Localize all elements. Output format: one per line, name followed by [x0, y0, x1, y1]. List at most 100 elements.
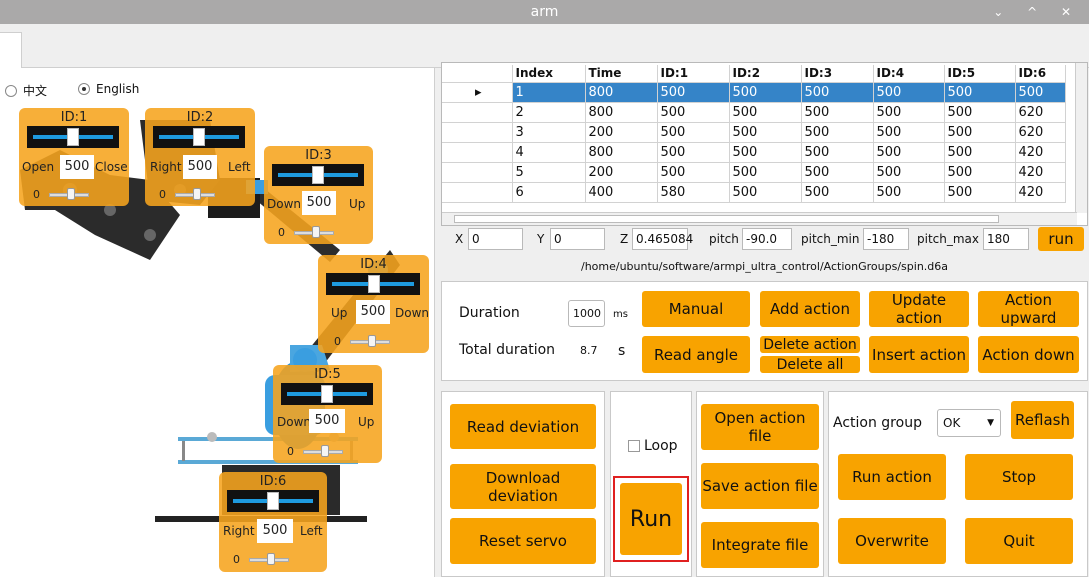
- table-cell[interactable]: 500: [872, 81, 945, 103]
- table-cell[interactable]: 500: [728, 141, 802, 163]
- x-input[interactable]: 0: [468, 228, 523, 250]
- fine-slider-handle[interactable]: [368, 335, 376, 347]
- window-controls[interactable]: ⌄ ^ ✕: [993, 0, 1081, 24]
- servo-slider[interactable]: [27, 126, 119, 148]
- column-header[interactable]: ID:4: [872, 65, 945, 83]
- action-table[interactable]: Index Time ID:1 ID:2 ID:3 ID:4 ID:5 ID:6…: [441, 62, 1088, 226]
- open-action-file-button[interactable]: Open action file: [701, 404, 819, 450]
- table-cell[interactable]: 580: [656, 181, 730, 203]
- integrate-file-button[interactable]: Integrate file: [701, 522, 819, 568]
- quit-button[interactable]: Quit: [965, 518, 1073, 564]
- table-row[interactable]: ▸ 1 800 500 500 500 500 500 500: [442, 81, 1066, 103]
- table-cell[interactable]: 500: [872, 181, 945, 203]
- fine-slider-handle[interactable]: [267, 553, 275, 565]
- slider-handle[interactable]: [67, 128, 79, 146]
- table-cell[interactable]: 500: [943, 181, 1016, 203]
- loop-checkbox[interactable]: Loop: [628, 438, 678, 454]
- fine-slider-handle[interactable]: [312, 226, 320, 238]
- servo-slider[interactable]: [227, 490, 319, 512]
- action-upward-button[interactable]: Action upward: [978, 291, 1079, 327]
- servo-value-input[interactable]: 500: [356, 300, 390, 324]
- table-cell[interactable]: 1: [511, 81, 586, 103]
- scrollbar-thumb[interactable]: [454, 215, 999, 223]
- table-cell[interactable]: 400: [584, 181, 658, 203]
- table-cell[interactable]: 500: [656, 101, 730, 123]
- servo-value-input[interactable]: 500: [257, 519, 293, 543]
- read-deviation-button[interactable]: Read deviation: [450, 404, 596, 449]
- action-down-button[interactable]: Action down: [978, 336, 1079, 373]
- table-cell[interactable]: 500: [943, 161, 1016, 183]
- servo-value-input[interactable]: 500: [60, 155, 94, 179]
- fine-slider-handle[interactable]: [321, 445, 329, 457]
- table-row[interactable]: 4 800 500 500 500 500 500 420: [442, 141, 1066, 163]
- servo-value-input[interactable]: 500: [183, 155, 217, 179]
- column-header[interactable]: ID:2: [728, 65, 802, 83]
- table-cell[interactable]: 500: [800, 161, 874, 183]
- table-row[interactable]: 6 400 580 500 500 500 500 420: [442, 181, 1066, 203]
- table-row[interactable]: 2 800 500 500 500 500 500 620: [442, 101, 1066, 123]
- run-action-button[interactable]: Run action: [838, 454, 946, 500]
- action-group-select[interactable]: OK ▼: [937, 409, 1001, 437]
- fine-slider-handle[interactable]: [193, 188, 201, 200]
- pitch-min-input[interactable]: -180: [863, 228, 909, 250]
- slider-handle[interactable]: [368, 275, 380, 293]
- table-cell[interactable]: 500: [943, 141, 1016, 163]
- pitch-input[interactable]: -90.0: [742, 228, 792, 250]
- slider-handle[interactable]: [193, 128, 205, 146]
- column-header[interactable]: ID:3: [800, 65, 874, 83]
- table-cell[interactable]: 6: [511, 181, 586, 203]
- table-cell[interactable]: 4: [511, 141, 586, 163]
- table-cell[interactable]: 500: [800, 141, 874, 163]
- row-header[interactable]: [442, 161, 513, 183]
- slider-handle[interactable]: [267, 492, 279, 510]
- column-header[interactable]: ID:6: [1014, 65, 1066, 83]
- servo-value-input[interactable]: 500: [302, 191, 336, 215]
- table-cell[interactable]: 500: [943, 81, 1016, 103]
- pitch-max-input[interactable]: 180: [983, 228, 1029, 250]
- read-angle-button[interactable]: Read angle: [642, 336, 750, 373]
- table-horizontal-scrollbar[interactable]: [442, 212, 1077, 225]
- table-cell[interactable]: 500: [656, 81, 730, 103]
- table-cell[interactable]: 500: [656, 161, 730, 183]
- table-cell[interactable]: 420: [1014, 161, 1066, 183]
- table-vertical-scrollbar[interactable]: [1075, 63, 1087, 213]
- servo-slider[interactable]: [326, 273, 420, 295]
- slider-handle[interactable]: [321, 385, 333, 403]
- download-deviation-button[interactable]: Download deviation: [450, 464, 596, 509]
- fine-slider-handle[interactable]: [67, 188, 75, 200]
- table-cell[interactable]: 500: [728, 81, 802, 103]
- delete-all-button[interactable]: Delete all: [760, 356, 860, 373]
- table-cell[interactable]: 500: [656, 121, 730, 143]
- row-header[interactable]: ▸: [442, 81, 513, 103]
- column-header[interactable]: Time: [584, 65, 658, 83]
- row-header[interactable]: [442, 141, 513, 163]
- table-cell[interactable]: 500: [872, 161, 945, 183]
- run-coords-button[interactable]: run: [1038, 227, 1084, 251]
- update-action-button[interactable]: Update action: [869, 291, 969, 327]
- row-header[interactable]: [442, 181, 513, 203]
- table-cell[interactable]: 620: [1014, 121, 1066, 143]
- table-cell[interactable]: 200: [584, 121, 658, 143]
- table-cell[interactable]: 500: [872, 141, 945, 163]
- servo-slider[interactable]: [281, 383, 373, 405]
- table-cell[interactable]: 500: [728, 161, 802, 183]
- table-cell[interactable]: 500: [656, 141, 730, 163]
- table-cell[interactable]: 5: [511, 161, 586, 183]
- table-cell[interactable]: 500: [1014, 81, 1066, 103]
- table-cell[interactable]: 500: [800, 101, 874, 123]
- table-cell[interactable]: 500: [800, 121, 874, 143]
- table-cell[interactable]: 500: [943, 101, 1016, 123]
- reflash-button[interactable]: Reflash: [1011, 401, 1074, 439]
- table-cell[interactable]: 500: [800, 81, 874, 103]
- table-cell[interactable]: 420: [1014, 181, 1066, 203]
- z-input[interactable]: 0.465084: [632, 228, 693, 250]
- row-header[interactable]: [442, 101, 513, 123]
- table-cell[interactable]: 500: [728, 181, 802, 203]
- reset-servo-button[interactable]: Reset servo: [450, 518, 596, 564]
- stop-button[interactable]: Stop: [965, 454, 1073, 500]
- servo-value-input[interactable]: 500: [309, 409, 345, 433]
- insert-action-button[interactable]: Insert action: [869, 336, 969, 373]
- add-action-button[interactable]: Add action: [760, 291, 860, 327]
- table-cell[interactable]: 500: [728, 121, 802, 143]
- table-cell[interactable]: 800: [584, 81, 658, 103]
